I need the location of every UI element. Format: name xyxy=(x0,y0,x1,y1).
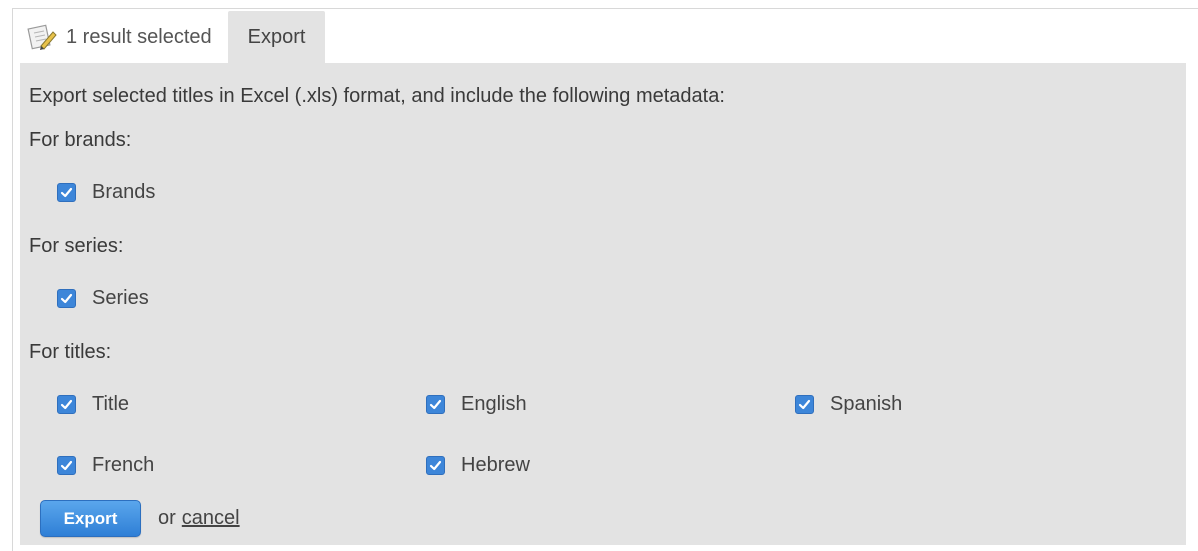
export-button[interactable]: Export xyxy=(40,500,141,537)
group-label-titles: For titles: xyxy=(29,341,112,363)
checkbox-checked-icon[interactable] xyxy=(57,289,76,308)
checkbox-label: Hebrew xyxy=(461,454,530,476)
checkbox-label: Brands xyxy=(92,181,156,203)
checkbox-checked-icon[interactable] xyxy=(57,395,76,414)
checkbox-title[interactable]: Title xyxy=(57,393,129,416)
export-panel: Export selected titles in Excel (.xls) f… xyxy=(20,63,1186,545)
checkbox-label: Title xyxy=(92,393,130,415)
tab-bar: 1 result selected Export xyxy=(8,11,326,63)
frame-notch xyxy=(1140,11,1154,18)
cancel-link[interactable]: cancel xyxy=(182,507,240,530)
checkbox-checked-icon[interactable] xyxy=(57,183,76,202)
checkbox-checked-icon[interactable] xyxy=(426,395,445,414)
checkbox-label: Series xyxy=(92,287,149,309)
checkbox-english[interactable]: English xyxy=(426,393,527,416)
checkbox-french[interactable]: French xyxy=(57,454,154,477)
form-actions: Export or cancel xyxy=(40,500,240,537)
tab-selected-label: 1 result selected xyxy=(66,25,212,48)
checkbox-checked-icon[interactable] xyxy=(426,456,445,475)
or-text: or xyxy=(158,507,176,529)
group-label-brands: For brands: xyxy=(29,129,132,151)
checkbox-checked-icon[interactable] xyxy=(795,395,814,414)
checkbox-label: French xyxy=(92,454,155,476)
tab-selected-results[interactable]: 1 result selected xyxy=(8,11,228,63)
group-label-series: For series: xyxy=(29,235,124,257)
checkbox-brands[interactable]: Brands xyxy=(57,181,155,204)
checkbox-series[interactable]: Series xyxy=(57,287,149,310)
tab-export[interactable]: Export xyxy=(227,11,326,63)
checkbox-label: Spanish xyxy=(830,393,903,415)
checkbox-label: English xyxy=(461,393,527,415)
tab-export-label: Export xyxy=(247,25,306,48)
checkbox-checked-icon[interactable] xyxy=(57,456,76,475)
export-intro-text: Export selected titles in Excel (.xls) f… xyxy=(29,85,725,107)
edit-document-icon xyxy=(26,22,60,52)
checkbox-spanish[interactable]: Spanish xyxy=(795,393,902,416)
checkbox-hebrew[interactable]: Hebrew xyxy=(426,454,530,477)
